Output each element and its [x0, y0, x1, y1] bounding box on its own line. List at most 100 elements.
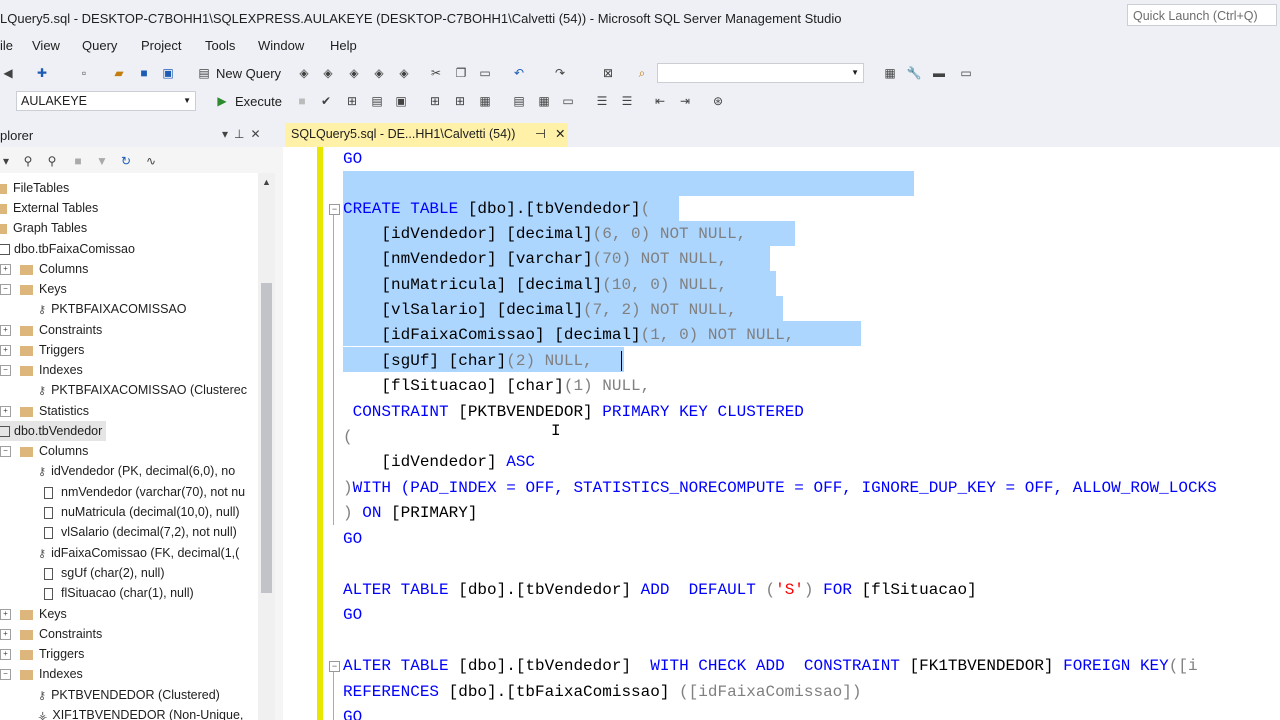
- expand-icon[interactable]: +: [0, 345, 11, 356]
- client-statistics-icon[interactable]: ⊞: [452, 93, 468, 109]
- menu-file[interactable]: ile: [0, 38, 13, 53]
- tab-sqlquery5[interactable]: SQLQuery5.sql - DE...HH1\Calvetti (54)) …: [285, 123, 568, 147]
- tree-node-indexes[interactable]: − Indexes: [0, 664, 258, 684]
- results-to-grid-icon[interactable]: ▤: [511, 93, 527, 109]
- stop-icon[interactable]: ■: [70, 153, 86, 169]
- dax-query-icon[interactable]: ◈: [371, 65, 387, 81]
- pin-icon[interactable]: ⊥: [234, 127, 250, 141]
- save-all-icon[interactable]: ▣: [160, 65, 176, 81]
- tree-node-indexes[interactable]: − Indexes: [0, 360, 258, 380]
- mdx-query-icon[interactable]: ◈: [296, 65, 312, 81]
- results-grid-selected-icon[interactable]: ▦: [536, 93, 552, 109]
- scroll-up-icon[interactable]: ▲: [262, 177, 271, 187]
- object-explorer-icon[interactable]: ⊠: [600, 65, 616, 81]
- undo-icon[interactable]: ↶: [511, 65, 527, 81]
- tree-node-columns[interactable]: + Columns: [0, 259, 258, 279]
- tree-node-index-pktbfaixacomissao[interactable]: ⚷ PKTBFAIXACOMISSAO (Clusterec: [38, 380, 247, 400]
- save-icon[interactable]: ■: [136, 65, 152, 81]
- back-icon[interactable]: ◀: [0, 65, 16, 81]
- menu-view[interactable]: View: [32, 38, 60, 53]
- tree-node-index-pktbvendedor[interactable]: ⚷ PKTBVENDEDOR (Clustered): [38, 685, 220, 705]
- collapse-icon[interactable]: −: [329, 204, 340, 215]
- menu-query[interactable]: Query: [82, 38, 117, 53]
- properties-icon[interactable]: ▦: [882, 65, 898, 81]
- redo-icon[interactable]: ↷: [552, 65, 568, 81]
- dmx-query-icon[interactable]: ◈: [320, 65, 336, 81]
- copy-icon[interactable]: ❐: [453, 65, 469, 81]
- find-icon[interactable]: ⌕: [634, 65, 650, 81]
- tree-node-key-pktbfaixacomissao[interactable]: ⚷ PKTBFAIXACOMISSAO: [38, 299, 187, 319]
- chevron-down-icon[interactable]: ▾: [222, 127, 234, 141]
- tree-node-column-vlsalario[interactable]: vlSalario (decimal(7,2), not null): [44, 522, 237, 542]
- expand-icon[interactable]: +: [0, 264, 11, 275]
- execute-button[interactable]: Execute: [235, 94, 282, 109]
- close-icon[interactable]: ✕: [555, 123, 565, 145]
- tree-node-filetables[interactable]: FileTables: [0, 178, 69, 198]
- live-statistics-icon[interactable]: ⊞: [427, 93, 443, 109]
- tree-node-column-sguf[interactable]: sgUf (char(2), null): [44, 563, 165, 583]
- add-item-icon[interactable]: ▫: [76, 65, 92, 81]
- filter-icon[interactable]: ▼: [94, 153, 110, 169]
- tree-node-columns[interactable]: − Columns: [0, 441, 258, 461]
- collapse-icon[interactable]: −: [329, 661, 340, 672]
- solution-configuration-dropdown[interactable]: ▼: [657, 63, 864, 83]
- results-to-file-icon[interactable]: ▭: [560, 93, 576, 109]
- collapse-icon[interactable]: −: [0, 669, 11, 680]
- increase-indent-icon[interactable]: ⇥: [677, 93, 693, 109]
- tree-node-table-tbfaixacomissao[interactable]: dbo.tbFaixaComissao: [0, 239, 135, 259]
- tree-node-column-idfaixacomissao[interactable]: ⚷ idFaixaComissao (FK, decimal(1,(: [38, 543, 239, 563]
- display-estimated-plan-icon[interactable]: ⊞: [344, 93, 360, 109]
- toolbox-icon[interactable]: ▬: [931, 65, 947, 81]
- specify-template-values-icon[interactable]: ⊛: [710, 93, 726, 109]
- tree-node-keys[interactable]: + Keys: [0, 604, 258, 624]
- tree-node-triggers[interactable]: + Triggers: [0, 340, 258, 360]
- object-explorer-scrollbar[interactable]: ▲: [258, 173, 275, 720]
- tree-node-column-idvendedor[interactable]: ⚷ idVendedor (PK, decimal(6,0), no: [38, 461, 235, 481]
- scrollbar-thumb[interactable]: [261, 283, 272, 593]
- new-query-button[interactable]: New Query: [216, 66, 281, 81]
- panel-window-controls[interactable]: ▾⊥✕: [222, 127, 267, 141]
- quick-launch-input[interactable]: Quick Launch (Ctrl+Q): [1127, 4, 1277, 26]
- tree-node-external-tables[interactable]: External Tables: [0, 198, 98, 218]
- execute-play-icon[interactable]: ▶: [214, 93, 230, 109]
- collapse-icon[interactable]: −: [0, 365, 11, 376]
- collapse-icon[interactable]: −: [0, 446, 11, 457]
- expand-icon[interactable]: +: [0, 406, 11, 417]
- pin-icon[interactable]: ⊣: [535, 123, 546, 145]
- window-layout-icon[interactable]: ▭: [958, 65, 974, 81]
- menu-help[interactable]: Help: [330, 38, 357, 53]
- results-to-text-icon[interactable]: ▦: [477, 93, 493, 109]
- new-project-icon[interactable]: ✚: [34, 65, 50, 81]
- available-databases-dropdown[interactable]: AULAKEYE ▼: [16, 91, 196, 111]
- tree-node-column-nmvendedor[interactable]: nmVendedor (varchar(70), not nu: [44, 482, 245, 502]
- menu-project[interactable]: Project: [141, 38, 181, 53]
- uncomment-icon[interactable]: ☰: [619, 93, 635, 109]
- tree-node-table-tbvendedor[interactable]: dbo.tbVendedor: [0, 421, 107, 441]
- connect-object-explorer-icon[interactable]: ⚲: [20, 153, 36, 169]
- collapse-icon[interactable]: −: [0, 284, 11, 295]
- tree-node-keys[interactable]: − Keys: [0, 279, 258, 299]
- comment-out-icon[interactable]: ☰: [594, 93, 610, 109]
- expand-icon[interactable]: +: [0, 325, 11, 336]
- tree-node-statistics[interactable]: + Statistics: [0, 401, 258, 421]
- tree-node-constraints[interactable]: + Constraints: [0, 624, 258, 644]
- tree-node-constraints[interactable]: + Constraints: [0, 320, 258, 340]
- parse-check-icon[interactable]: ✔: [318, 93, 334, 109]
- expand-icon[interactable]: +: [0, 629, 11, 640]
- close-icon[interactable]: ✕: [250, 127, 266, 141]
- menu-tools[interactable]: Tools: [205, 38, 235, 53]
- disconnect-icon[interactable]: ⚲: [44, 153, 60, 169]
- expand-icon[interactable]: +: [0, 609, 11, 620]
- expand-icon[interactable]: +: [0, 649, 11, 660]
- tree-node-column-numatricula[interactable]: nuMatricula (decimal(10,0), null): [44, 502, 240, 522]
- menu-window[interactable]: Window: [258, 38, 304, 53]
- cancel-query-icon[interactable]: ■: [294, 93, 310, 109]
- tree-node-index-xif1tbvendedor[interactable]: ⚶ XIF1TBVENDEDOR (Non-Unique,: [38, 705, 243, 720]
- analysis-query-icon[interactable]: ◈: [396, 65, 412, 81]
- query-designer-icon[interactable]: ▤: [369, 93, 385, 109]
- tree-node-triggers[interactable]: + Triggers: [0, 644, 258, 664]
- open-file-icon[interactable]: ▰: [111, 65, 127, 81]
- new-query-icon[interactable]: ▤: [196, 65, 212, 81]
- paste-icon[interactable]: ▭: [477, 65, 493, 81]
- decrease-indent-icon[interactable]: ⇤: [652, 93, 668, 109]
